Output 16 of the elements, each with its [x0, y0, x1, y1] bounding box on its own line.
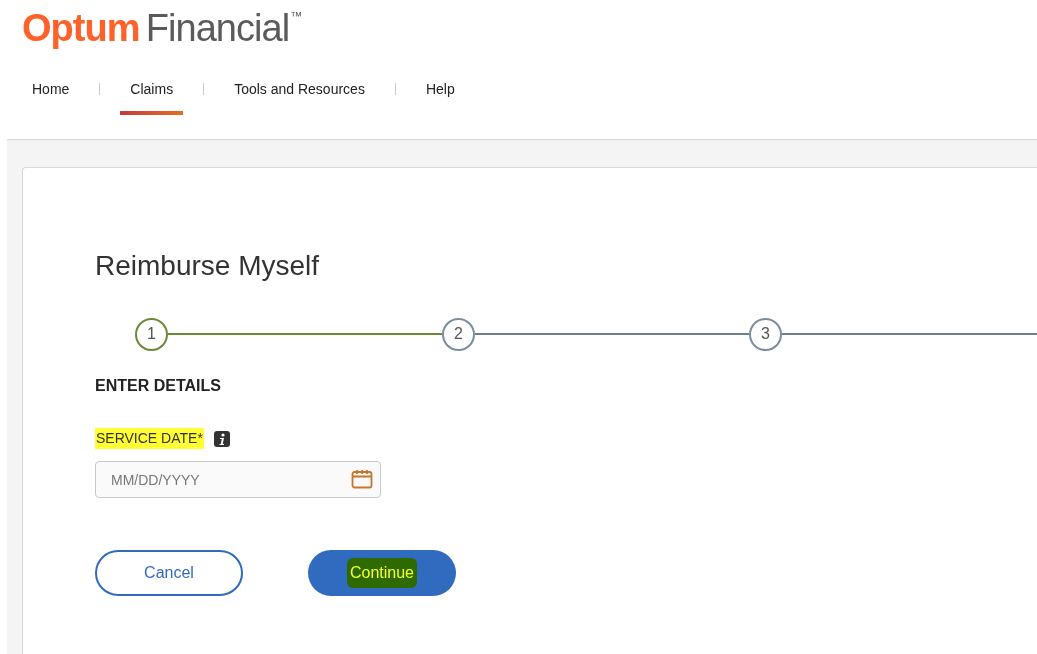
step-indicator: 2	[442, 317, 475, 351]
page-title: Reimburse Myself	[95, 249, 320, 283]
field-label: SERVICE DATE*	[95, 428, 204, 449]
nav-tab[interactable]: Tools and Resources	[224, 79, 375, 115]
section-heading: ENTER DETAILS	[95, 376, 221, 396]
calendar-icon[interactable]	[351, 469, 373, 489]
logo: Optum Financial™	[21, 6, 303, 51]
step-indicator: 3	[749, 317, 782, 351]
cancel-button[interactable]: Cancel	[95, 550, 243, 596]
step-indicator: 1	[135, 317, 168, 351]
nav-tab[interactable]: Help	[415, 79, 465, 115]
date-field[interactable]: MM/DD/YYYY	[95, 461, 381, 498]
info-icon[interactable]	[213, 430, 230, 447]
nav-tab[interactable]: Home	[22, 79, 80, 115]
nav-tab[interactable]: Claims	[120, 79, 184, 115]
continue-button[interactable]: Continue	[308, 550, 456, 596]
